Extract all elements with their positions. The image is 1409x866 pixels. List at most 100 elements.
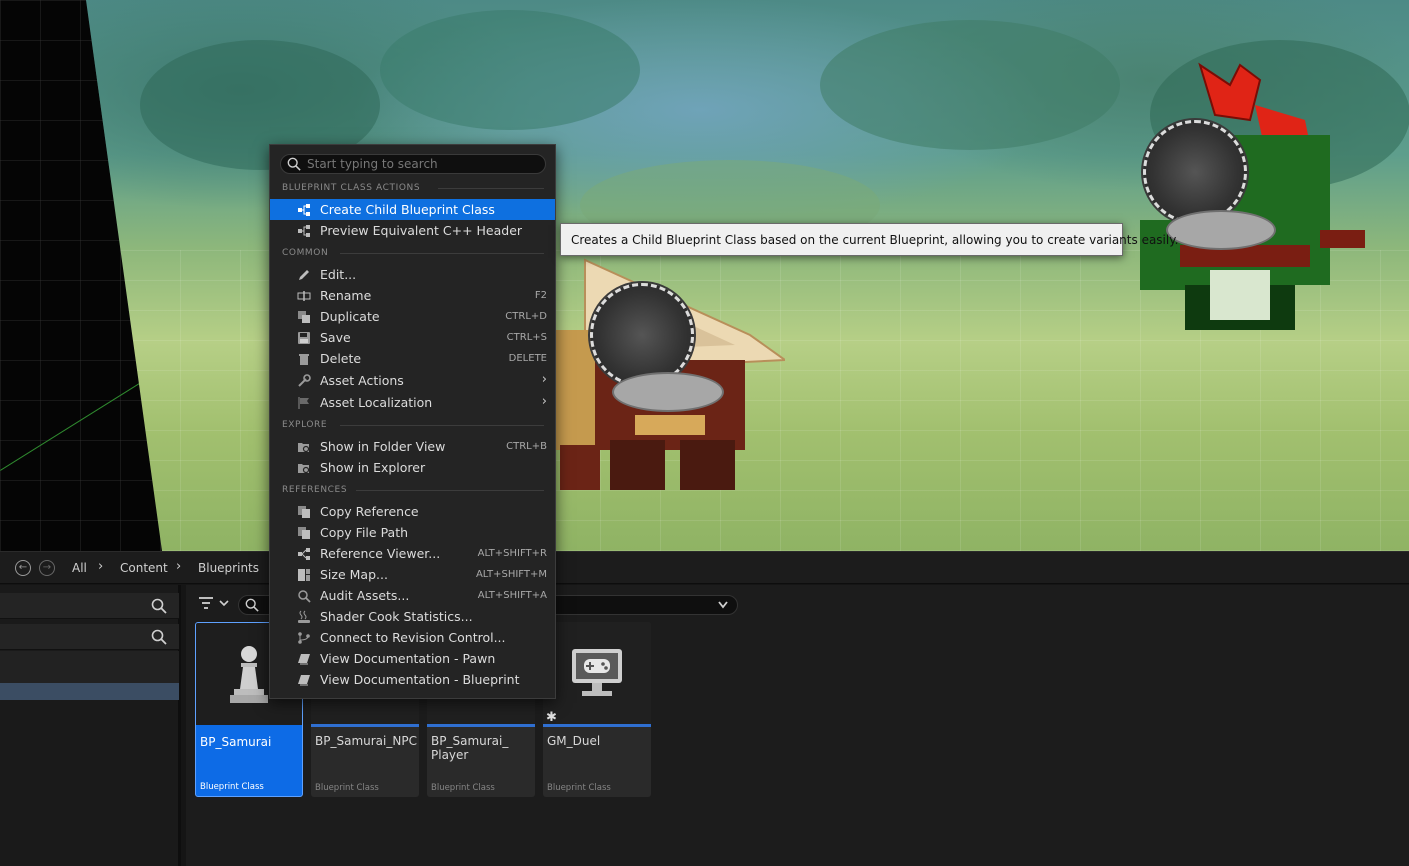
branch-icon	[298, 632, 310, 644]
game-mode-icon	[572, 649, 622, 696]
search-icon[interactable]	[151, 598, 167, 614]
section-divider	[356, 490, 544, 491]
menu-item-shader-cook-statistics[interactable]: Shader Cook Statistics...	[270, 606, 555, 627]
menu-item-duplicate[interactable]: Duplicate CTRL+D	[270, 306, 555, 327]
submenu-chevron-right-icon: ›	[541, 394, 547, 409]
menu-search-field[interactable]	[280, 154, 546, 174]
menu-item-shortcut: ALT+SHIFT+R	[477, 548, 547, 559]
folder-tree-selected-row[interactable]	[0, 683, 179, 700]
menu-item-size-map[interactable]: Size Map... ALT+SHIFT+M	[270, 564, 555, 585]
menu-item-shortcut: DELETE	[508, 353, 547, 364]
menu-item-label: Copy File Path	[320, 525, 409, 540]
section-header-common: COMMON	[282, 248, 329, 258]
audit-icon	[298, 590, 311, 603]
menu-item-label: Copy Reference	[320, 504, 419, 519]
filter-icon	[199, 597, 229, 609]
menu-item-shortcut: F2	[534, 290, 547, 301]
level-viewport[interactable]	[0, 0, 1409, 551]
save-icon	[298, 332, 310, 344]
menu-item-label: Show in Folder View	[320, 439, 446, 454]
menu-item-show-in-explorer[interactable]: Show in Explorer	[270, 457, 555, 478]
asset-name: BP_Samurai_ Player	[431, 734, 509, 762]
menu-item-label: Duplicate	[320, 309, 380, 324]
section-header-references: REFERENCES	[282, 485, 348, 495]
menu-item-label: Shader Cook Statistics...	[320, 609, 473, 624]
spawn-disc	[612, 372, 724, 412]
menu-item-shortcut: CTRL+B	[506, 441, 547, 452]
forward-arrow-icon[interactable]: →	[39, 560, 55, 576]
asset-context-menu: BLUEPRINT CLASS ACTIONS Create Child Blu…	[269, 144, 556, 699]
menu-item-label: Create Child Blueprint Class	[320, 202, 495, 217]
menu-item-label: Audit Assets...	[320, 588, 410, 603]
asset-thumbnail: ✱	[543, 622, 651, 727]
child-class-icon	[298, 204, 310, 216]
oni-actor[interactable]	[1120, 60, 1365, 340]
menu-item-label: Asset Actions	[320, 373, 404, 388]
samurai-npc-actor[interactable]	[555, 250, 788, 500]
menu-item-create-child-blueprint-class[interactable]: Create Child Blueprint Class	[270, 199, 555, 220]
breadcrumb-blueprints[interactable]: Blueprints	[198, 561, 259, 575]
menu-item-rename[interactable]: Rename F2	[270, 285, 555, 306]
menu-item-label: Size Map...	[320, 567, 388, 582]
menu-item-reference-viewer[interactable]: Reference Viewer... ALT+SHIFT+R	[270, 543, 555, 564]
search-icon	[245, 598, 259, 612]
asset-type: Blueprint Class	[200, 782, 264, 792]
wrench-icon	[298, 374, 311, 387]
menu-item-label: Show in Explorer	[320, 460, 426, 475]
submenu-chevron-right-icon: ›	[541, 372, 547, 387]
flag-icon	[298, 397, 309, 409]
menu-item-view-documentation-pawn[interactable]: View Documentation - Pawn	[270, 648, 555, 669]
search-icon	[287, 157, 301, 171]
menu-item-label: Delete	[320, 351, 362, 366]
rename-icon	[297, 291, 311, 301]
menu-item-audit-assets[interactable]: Audit Assets... ALT+SHIFT+A	[270, 585, 555, 606]
menu-item-asset-actions[interactable]: Asset Actions ›	[270, 370, 555, 391]
tooltip-text: Creates a Child Blueprint Class based on…	[571, 233, 1179, 247]
copy-icon	[298, 506, 310, 518]
menu-item-label: Reference Viewer...	[320, 546, 441, 561]
search-icon[interactable]	[151, 629, 167, 645]
menu-item-label: View Documentation - Blueprint	[320, 672, 520, 687]
menu-item-show-in-folder-view[interactable]: Show in Folder View CTRL+B	[270, 436, 555, 457]
menu-item-label: Connect to Revision Control...	[320, 630, 506, 645]
breadcrumb-all[interactable]: All	[72, 561, 87, 575]
unsaved-asterisk-icon: ✱	[546, 710, 557, 725]
menu-item-delete[interactable]: Delete DELETE	[270, 348, 555, 369]
collections-search-row[interactable]	[0, 624, 179, 650]
filter-button[interactable]	[196, 595, 232, 613]
content-browser: ← → All › Content › Blueprints BP_Samura…	[0, 551, 1409, 866]
menu-item-copy-reference[interactable]: Copy Reference	[270, 501, 555, 522]
reference-viewer-icon	[298, 548, 310, 560]
menu-item-view-documentation-blueprint[interactable]: View Documentation - Blueprint	[270, 669, 555, 690]
folder-search-icon	[298, 443, 310, 453]
menu-item-asset-localization[interactable]: Asset Localization ›	[270, 392, 555, 413]
pawn-icon	[230, 646, 268, 703]
asset-name: GM_Duel	[547, 734, 601, 748]
menu-item-label: Save	[320, 330, 351, 345]
section-divider	[340, 425, 544, 426]
trash-icon	[299, 354, 309, 365]
menu-item-preview-cpp-header[interactable]: Preview Equivalent C++ Header	[270, 220, 555, 241]
tooltip: Creates a Child Blueprint Class based on…	[560, 223, 1178, 256]
copy-icon	[298, 527, 310, 539]
sources-search-row[interactable]	[0, 593, 179, 619]
folder-tree-row[interactable]	[0, 651, 179, 683]
asset-type: Blueprint Class	[315, 783, 379, 793]
menu-search-input[interactable]	[307, 156, 537, 172]
asset-tile-gm-duel[interactable]: ✱ GM_Duel Blueprint Class	[543, 622, 651, 797]
menu-item-edit[interactable]: Edit...	[270, 264, 555, 285]
back-arrow-icon[interactable]: ←	[15, 560, 31, 576]
menu-item-copy-file-path[interactable]: Copy File Path	[270, 522, 555, 543]
breadcrumb-content[interactable]: Content	[120, 561, 168, 575]
header-preview-icon	[298, 225, 310, 237]
section-header-blueprint-class-actions: BLUEPRINT CLASS ACTIONS	[282, 183, 421, 193]
chevron-down-icon[interactable]	[717, 600, 729, 610]
content-browser-toolbar: ← → All › Content › Blueprints	[0, 552, 1409, 584]
asset-name: BP_Samurai	[200, 735, 272, 749]
menu-item-save[interactable]: Save CTRL+S	[270, 327, 555, 348]
section-divider	[340, 253, 544, 254]
book-icon	[298, 654, 310, 665]
menu-item-connect-revision-control[interactable]: Connect to Revision Control...	[270, 627, 555, 648]
menu-item-label: View Documentation - Pawn	[320, 651, 496, 666]
book-icon	[298, 675, 310, 686]
